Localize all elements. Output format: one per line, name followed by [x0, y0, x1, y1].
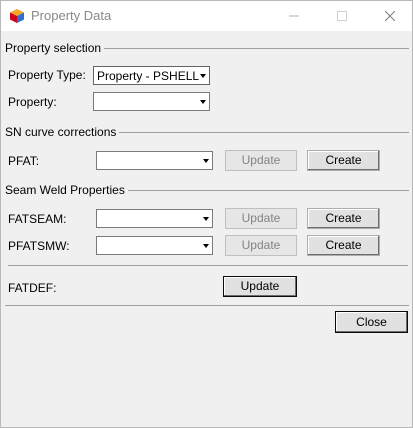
property-select[interactable]	[93, 92, 210, 111]
sn-curve-corrections-heading: SN curve corrections	[5, 125, 120, 139]
minimize-icon	[289, 15, 299, 17]
pfatsmw-update-button[interactable]: Update	[225, 235, 297, 256]
app-logo-icon	[9, 8, 25, 24]
maximize-icon	[337, 11, 347, 21]
pfat-create-button[interactable]: Create	[307, 150, 380, 171]
chevron-down-icon	[203, 217, 209, 221]
window-title: Property Data	[31, 8, 112, 23]
maximize-button[interactable]	[319, 1, 365, 31]
property-type-label: Property Type:	[8, 68, 86, 82]
pfat-label: PFAT:	[8, 154, 40, 168]
fatdef-divider-bottom	[5, 305, 409, 306]
pfat-select[interactable]	[96, 151, 213, 170]
close-window-button[interactable]	[367, 1, 413, 31]
chevron-down-icon	[203, 244, 209, 248]
chevron-down-icon	[203, 159, 209, 163]
chevron-down-icon	[200, 100, 206, 104]
fatdef-label: FATDEF:	[8, 281, 57, 295]
fatdef-divider-top	[8, 265, 408, 266]
pfatsmw-label: PFATSMW:	[8, 239, 70, 253]
fatseam-select[interactable]	[96, 209, 213, 228]
pfatsmw-create-button[interactable]: Create	[307, 235, 380, 256]
property-label: Property:	[8, 95, 57, 109]
close-icon	[385, 11, 395, 21]
property-selection-heading: Property selection	[5, 41, 105, 55]
minimize-button[interactable]	[271, 1, 317, 31]
fatseam-update-button[interactable]: Update	[225, 208, 297, 229]
pfatsmw-select[interactable]	[96, 236, 213, 255]
property-type-value: Property - PSHELL	[97, 69, 200, 83]
property-type-select[interactable]: Property - PSHELL	[93, 66, 210, 85]
property-data-dialog: Property Data Property selection Propert…	[0, 0, 413, 428]
close-button[interactable]: Close	[335, 311, 408, 333]
fatseam-create-button[interactable]: Create	[307, 208, 380, 229]
chevron-down-icon	[200, 74, 206, 78]
fatdef-update-button[interactable]: Update	[223, 276, 297, 297]
pfat-update-button[interactable]: Update	[225, 150, 297, 171]
fatseam-label: FATSEAM:	[8, 212, 67, 226]
title-bar: Property Data	[1, 1, 412, 31]
seam-weld-properties-heading: Seam Weld Properties	[5, 183, 128, 197]
